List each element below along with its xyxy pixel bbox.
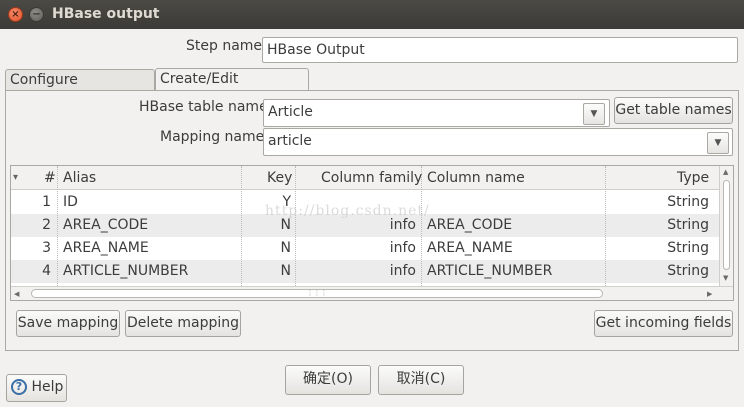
header-column-name[interactable]: Column name	[427, 166, 525, 190]
row-column-name[interactable]: AREA_NAME	[427, 237, 513, 260]
row-alias[interactable]: AREA_NAME	[63, 237, 149, 260]
step-name-label: Step name	[186, 38, 263, 54]
row-num: 2	[42, 217, 51, 233]
mapping-name-select[interactable]: article	[263, 128, 733, 156]
help-label: Help	[31, 379, 64, 395]
help-button[interactable]: ? Help	[6, 374, 67, 402]
row-key[interactable]: N	[281, 237, 291, 260]
row-num: 4	[42, 263, 51, 279]
header-key[interactable]: Key	[267, 166, 292, 190]
header-num[interactable]: #	[44, 166, 56, 190]
column-divider	[295, 166, 296, 286]
column-divider	[605, 166, 606, 286]
scroll-down-icon[interactable]: ▼	[723, 274, 728, 282]
table-row[interactable]: 3 AREA_NAME N info AREA_NAME String	[11, 237, 719, 260]
row-type[interactable]: String	[667, 260, 709, 283]
row-family[interactable]: info	[390, 260, 416, 283]
ok-button[interactable]: 确定(O)	[285, 365, 371, 395]
get-incoming-fields-button[interactable]: Get incoming fields	[594, 310, 733, 337]
horizontal-scrollbar[interactable]: ◀ ⋮⋮⋮ ▶	[11, 286, 733, 300]
chevron-down-icon[interactable]: ▼	[707, 132, 729, 154]
row-num: 3	[42, 240, 51, 256]
horizontal-scroll-thumb[interactable]: ⋮⋮⋮	[31, 289, 603, 298]
header-column-family[interactable]: Column family	[321, 166, 422, 190]
window-title: HBase output	[52, 6, 160, 22]
column-divider	[421, 166, 422, 286]
get-table-names-button[interactable]: Get table names	[614, 97, 733, 124]
minimize-icon[interactable]: −	[29, 7, 44, 22]
hbase-output-dialog: × − HBase output Step name HBase Output …	[0, 0, 744, 407]
header-alias[interactable]: Alias	[63, 166, 96, 190]
table-header: ▾ # Alias Key Column family Column name …	[11, 166, 719, 190]
row-alias[interactable]: AREA_CODE	[63, 214, 148, 237]
row-column-name[interactable]: AREA_CODE	[427, 214, 512, 237]
mapping-table: ▾ # Alias Key Column family Column name …	[10, 165, 734, 301]
mapping-name-label: Mapping name	[160, 129, 265, 145]
delete-mapping-button[interactable]: Delete mapping	[125, 310, 241, 337]
sort-icon[interactable]: ▾	[13, 166, 18, 190]
tab-create-edit-mappings[interactable]: Create/Edit mappings	[155, 68, 309, 107]
step-name-input[interactable]: HBase Output	[262, 37, 738, 63]
vertical-scrollbar[interactable]: ▲ ▼	[719, 166, 733, 286]
vertical-scroll-thumb[interactable]	[723, 180, 730, 270]
row-alias[interactable]: ID	[63, 191, 78, 214]
save-mapping-button[interactable]: Save mapping	[16, 310, 120, 337]
header-type[interactable]: Type	[677, 166, 709, 190]
row-alias[interactable]: ARTICLE_NUMBER	[63, 260, 188, 283]
hbase-table-name-select[interactable]: Article	[263, 99, 610, 127]
close-icon[interactable]: ×	[8, 7, 23, 22]
column-divider	[241, 166, 242, 286]
help-icon: ?	[11, 379, 27, 395]
row-num: 1	[42, 194, 51, 210]
hbase-table-name-label: HBase table name	[139, 99, 268, 115]
row-key[interactable]: N	[281, 260, 291, 283]
tab-configure-connection[interactable]: Configure connection	[5, 69, 155, 108]
table-row[interactable]: 4 ARTICLE_NUMBER N info ARTICLE_NUMBER S…	[11, 260, 719, 283]
row-type[interactable]: String	[667, 237, 709, 260]
row-type[interactable]: String	[667, 191, 709, 214]
scroll-up-icon[interactable]: ▲	[723, 168, 728, 176]
watermark: http://blog.csdn.net/	[265, 203, 430, 219]
row-type[interactable]: String	[667, 214, 709, 237]
row-family[interactable]: info	[390, 237, 416, 260]
scroll-right-icon[interactable]: ▶	[707, 290, 712, 298]
row-column-name[interactable]: ARTICLE_NUMBER	[427, 260, 552, 283]
title-bar: × − HBase output	[0, 0, 744, 29]
column-divider	[57, 166, 58, 286]
scroll-left-icon[interactable]: ◀	[14, 290, 19, 298]
chevron-down-icon[interactable]: ▼	[583, 103, 605, 125]
cancel-button[interactable]: 取消(C)	[378, 365, 464, 395]
